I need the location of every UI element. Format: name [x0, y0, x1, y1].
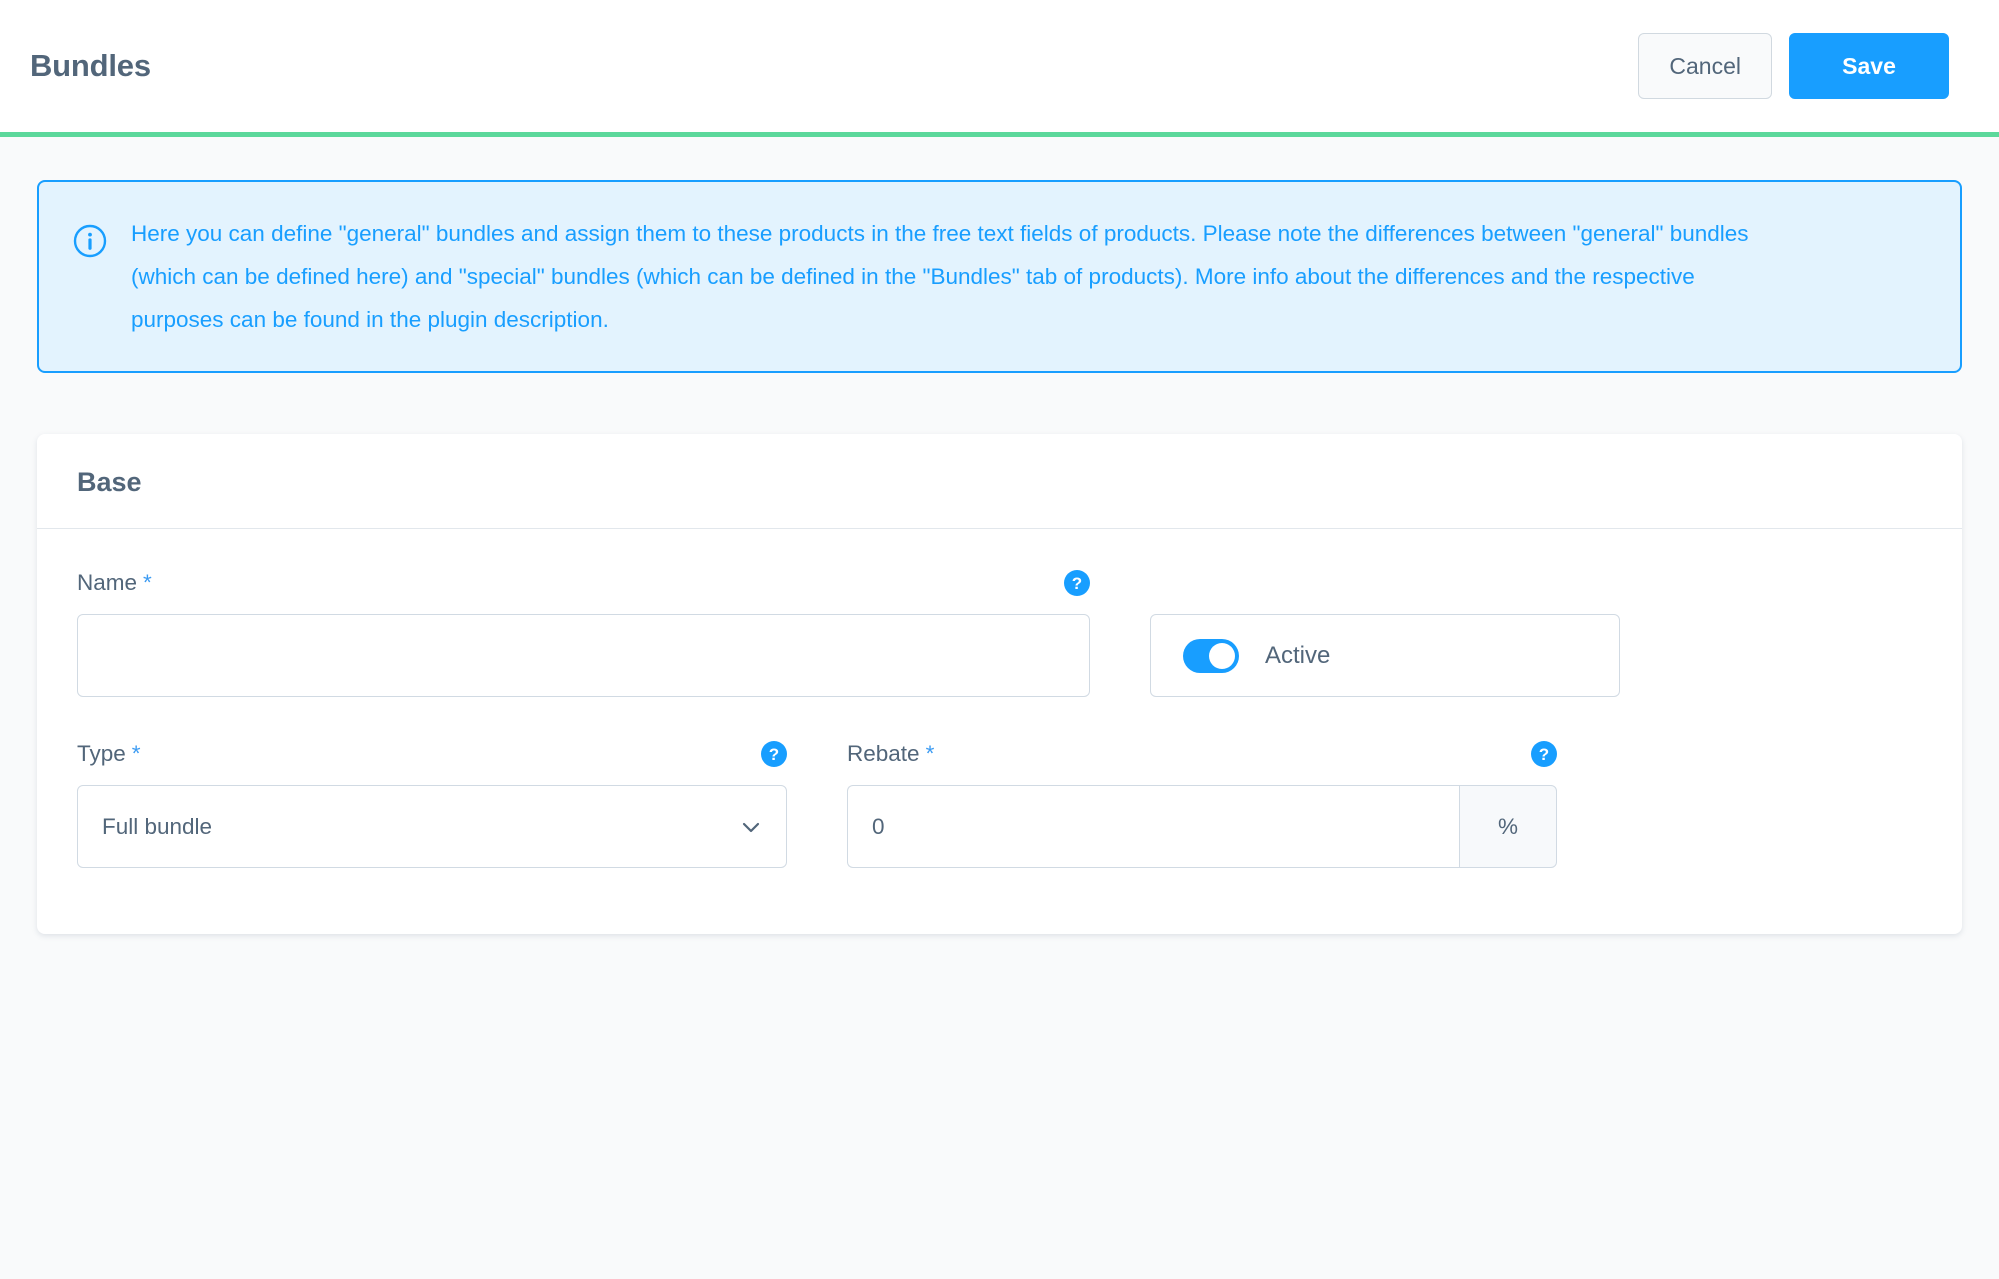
required-marker: *	[925, 741, 935, 766]
question-mark-icon[interactable]: ?	[1064, 570, 1090, 596]
base-card-body: Name * ? Active Type * ? Full bundle Reb…	[37, 529, 1962, 934]
field-rebate-label-row: Rebate * ?	[847, 740, 1557, 768]
required-marker: *	[143, 570, 152, 595]
rebate-percent-suffix: %	[1459, 785, 1557, 868]
field-name-label-row: Name * ?	[77, 569, 1090, 597]
svg-text:?: ?	[769, 745, 779, 764]
cancel-button[interactable]: Cancel	[1638, 33, 1772, 99]
header-accent-bar	[0, 132, 1999, 137]
svg-text:?: ?	[1072, 574, 1082, 593]
page-title: Bundles	[30, 48, 151, 83]
form-row-name: Name * ? Active	[77, 569, 1922, 697]
header-actions: Cancel Save	[1638, 33, 1969, 99]
question-mark-icon[interactable]: ?	[1531, 741, 1557, 767]
required-marker: *	[131, 741, 141, 766]
page-header: Bundles Cancel Save	[0, 0, 1999, 132]
info-alert: Here you can define "general" bundles an…	[37, 180, 1962, 373]
question-mark-icon[interactable]: ?	[761, 741, 787, 767]
chevron-down-icon	[740, 816, 762, 838]
form-row-type-rebate: Type * ? Full bundle Rebate * ? 0 %	[77, 740, 1922, 868]
field-type-label: Type	[77, 741, 126, 766]
active-toggle-label: Active	[1265, 641, 1331, 669]
field-type: Type * ? Full bundle	[77, 740, 787, 868]
svg-text:?: ?	[1539, 745, 1549, 764]
base-card-header: Base	[37, 434, 1962, 529]
field-active: Active	[1150, 569, 1620, 697]
save-button[interactable]: Save	[1789, 33, 1949, 99]
active-toggle[interactable]: Active	[1150, 614, 1620, 697]
toggle-knob	[1209, 642, 1235, 669]
base-card: Base Name * ? Active Type * ? Full bundl…	[37, 434, 1962, 934]
info-circle-icon	[73, 224, 107, 258]
toggle-switch-icon[interactable]	[1183, 638, 1239, 673]
field-rebate: Rebate * ? %	[847, 740, 1557, 868]
base-card-title: Base	[77, 467, 142, 497]
rebate-input-group: %	[847, 785, 1557, 868]
type-select-value: Full bundle	[102, 813, 213, 839]
page-content: Here you can define "general" bundles an…	[0, 180, 1999, 934]
field-name: Name * ?	[77, 569, 1090, 697]
field-active-label-row	[1150, 569, 1620, 597]
info-alert-text: Here you can define "general" bundles an…	[131, 221, 1749, 332]
field-rebate-label: Rebate	[847, 741, 920, 766]
field-type-label-row: Type * ?	[77, 740, 787, 768]
type-select[interactable]: Full bundle	[77, 785, 787, 868]
type-select-wrap: Full bundle	[77, 785, 787, 868]
name-input[interactable]	[77, 614, 1090, 697]
rebate-input[interactable]	[847, 785, 1459, 868]
field-name-label: Name	[77, 570, 138, 595]
